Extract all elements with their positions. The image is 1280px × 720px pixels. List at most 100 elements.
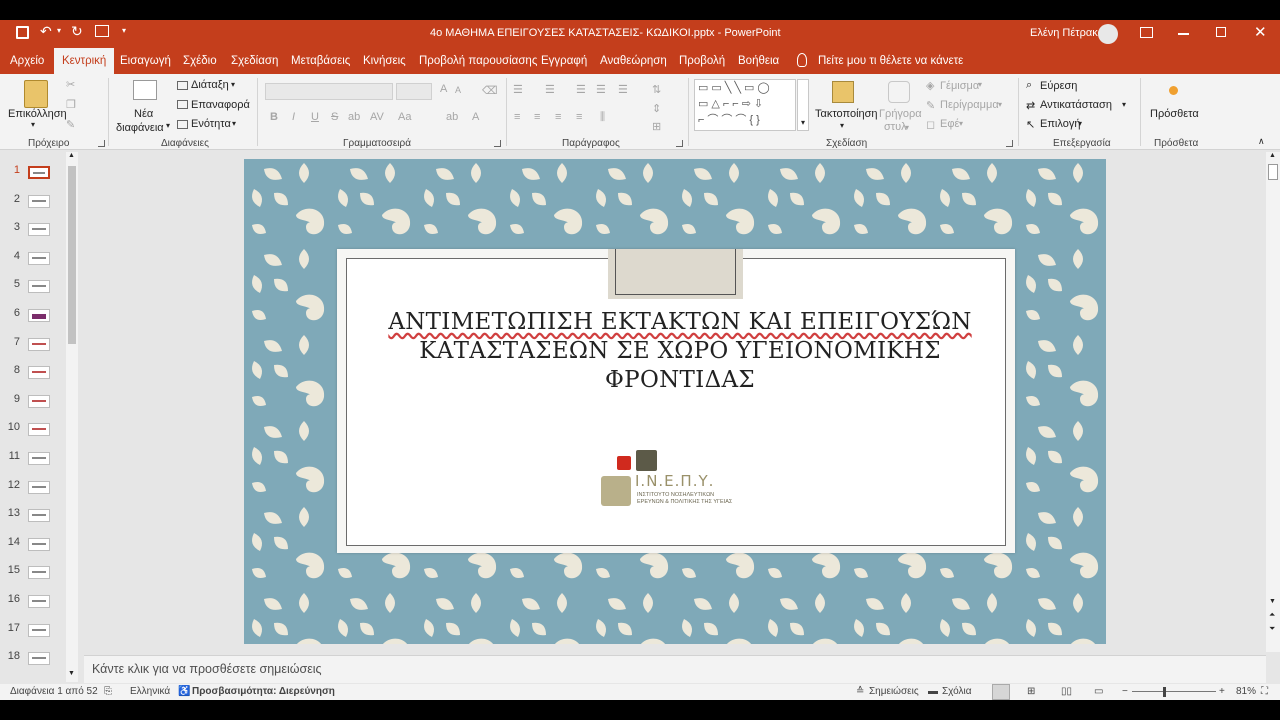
bullets-icon[interactable]: ☰: [513, 83, 523, 96]
replace-icon[interactable]: ⇄: [1026, 99, 1035, 112]
slide-thumbnail[interactable]: [28, 366, 50, 380]
restore-icon[interactable]: [1216, 27, 1226, 37]
text-direction-icon[interactable]: ⇅: [652, 83, 661, 96]
slide-thumbnail[interactable]: [28, 452, 50, 465]
user-name[interactable]: Ελένη Πέτρακα: [1030, 27, 1104, 39]
replace-button[interactable]: Αντικατάσταση: [1040, 99, 1112, 111]
zoom-level[interactable]: 81%: [1236, 686, 1256, 697]
zoom-slider-thumb[interactable]: [1163, 687, 1166, 697]
tab-animations[interactable]: Κινήσεις: [363, 48, 406, 74]
slide-thumbnail[interactable]: [28, 194, 50, 208]
paragraph-launcher-icon[interactable]: [676, 140, 683, 147]
clipboard-launcher-icon[interactable]: [98, 140, 105, 147]
next-slide-icon[interactable]: ⏷: [1269, 624, 1275, 634]
arrange-icon[interactable]: [832, 81, 854, 103]
quick-styles-button[interactable]: Γρήγορα: [879, 108, 922, 120]
slide-thumbnail[interactable]: [28, 509, 50, 523]
tab-slideshow[interactable]: Προβολή παρουσίασης: [419, 48, 537, 74]
thumbnail-scrollbar[interactable]: ▲ ▼: [66, 152, 78, 682]
shape-fill-icon[interactable]: ◈: [926, 79, 934, 92]
slide-scroll-up-icon[interactable]: ▲: [1269, 152, 1276, 159]
redo-icon[interactable]: ↻: [71, 23, 83, 40]
decrease-indent-icon[interactable]: ☰: [576, 83, 586, 96]
undo-icon[interactable]: ↶: [40, 23, 52, 40]
slide-thumbnail[interactable]: [28, 394, 50, 408]
tab-draw[interactable]: Σχέδιο: [183, 48, 217, 74]
font-size-field[interactable]: [396, 83, 432, 100]
previous-slide-icon[interactable]: ⏶: [1269, 610, 1275, 620]
slide-thumbnail-pane[interactable]: 1 2 3 4 5 6 7 8 9 10 11 12 13 14 15 16 17 18 ▲ ▼: [0, 150, 82, 682]
tab-record[interactable]: Εγγραφή: [541, 48, 587, 74]
slide-counter[interactable]: Διαφάνεια 1 από 52: [10, 686, 98, 697]
collapse-ribbon-icon[interactable]: ∧: [1258, 136, 1265, 147]
shape-fill-dropdown-icon[interactable]: ▾: [978, 80, 982, 89]
quick-styles-label-2[interactable]: στυλ: [884, 121, 907, 133]
increase-indent-icon[interactable]: ☰: [596, 83, 606, 96]
shapes-more-icon[interactable]: ▾: [797, 79, 809, 131]
save-icon[interactable]: [16, 26, 29, 39]
slide-thumbnail[interactable]: [28, 566, 50, 580]
arrange-dropdown-icon[interactable]: ▾: [840, 121, 844, 130]
columns-icon[interactable]: ⫼: [600, 111, 605, 124]
format-painter-icon[interactable]: ✎: [66, 118, 75, 131]
smartart-icon[interactable]: ⊞: [652, 120, 661, 133]
shape-effects-icon[interactable]: ◻: [926, 118, 935, 131]
scroll-down-icon[interactable]: ▼: [68, 670, 75, 677]
tab-home[interactable]: Κεντρική: [54, 48, 115, 74]
font-name-field[interactable]: [265, 83, 393, 100]
paste-icon[interactable]: [24, 80, 48, 108]
slide-scroll-down-icon[interactable]: ▼: [1269, 598, 1276, 605]
shape-outline-dropdown-icon[interactable]: ▾: [998, 100, 1002, 109]
notes-button[interactable]: Σημειώσεις: [869, 686, 919, 697]
reading-view-icon[interactable]: ▯▯: [1061, 686, 1072, 697]
replace-dropdown-icon[interactable]: ▾: [1122, 100, 1126, 109]
arrange-button[interactable]: Τακτοποίηση: [815, 108, 878, 120]
tab-insert[interactable]: Εισαγωγή: [120, 48, 171, 74]
fit-to-window-icon[interactable]: ⛶: [1261, 686, 1268, 697]
italic-button[interactable]: I: [292, 111, 295, 123]
slide-scrollbar[interactable]: ▲ ▼ ⏶ ⏷: [1266, 152, 1280, 652]
shrink-font-icon[interactable]: A: [455, 85, 461, 95]
layout-button[interactable]: Διάταξη: [191, 79, 229, 91]
shape-effects-button[interactable]: Εφέ: [940, 118, 959, 130]
font-launcher-icon[interactable]: [494, 140, 501, 147]
tab-view[interactable]: Προβολή: [679, 48, 725, 74]
accessibility-icon[interactable]: ♿: [178, 686, 190, 697]
tab-file[interactable]: Αρχείο: [10, 48, 44, 74]
normal-view-icon[interactable]: [992, 684, 1010, 700]
strike-button[interactable]: S: [331, 111, 338, 123]
new-slide-label-2[interactable]: διαφάνεια: [116, 122, 164, 134]
highlight-icon[interactable]: ab: [446, 111, 458, 123]
tab-transitions[interactable]: Μεταβάσεις: [291, 48, 350, 74]
notes-icon[interactable]: ≙: [856, 686, 864, 697]
slide-title[interactable]: ΑΝΤΙΜΕΤΩΠΙΣΗ ΕΚΤΑΚΤΩΝ ΚΑΙ ΕΠΕΙΓΟΥΣΏΝ ΚΑΤ…: [380, 308, 980, 395]
zoom-in-icon[interactable]: +: [1219, 686, 1225, 697]
language-indicator[interactable]: Ελληνικά: [130, 686, 170, 697]
section-button[interactable]: Ενότητα: [191, 118, 231, 130]
ribbon-display-icon[interactable]: [1140, 27, 1153, 38]
grow-font-icon[interactable]: A: [440, 83, 447, 95]
tell-me-box[interactable]: Πείτε μου τι θέλετε να κάνετε: [818, 48, 963, 74]
spacing-icon[interactable]: AV: [370, 111, 384, 123]
align-center-icon[interactable]: ≡: [534, 111, 540, 123]
align-text-icon[interactable]: ⇕: [652, 102, 661, 115]
drawing-launcher-icon[interactable]: [1006, 140, 1013, 147]
align-right-icon[interactable]: ≡: [555, 111, 561, 123]
present-icon[interactable]: [95, 25, 109, 37]
line-spacing-icon[interactable]: ☰: [618, 83, 628, 96]
undo-dropdown-icon[interactable]: ▾: [57, 26, 61, 35]
slide-thumbnail[interactable]: [28, 480, 50, 494]
spelling-icon[interactable]: ⎘: [104, 686, 112, 697]
comments-icon[interactable]: ▬: [928, 686, 938, 697]
zoom-out-icon[interactable]: −: [1122, 686, 1128, 697]
slide-thumbnail[interactable]: [28, 423, 50, 437]
underline-button[interactable]: U: [311, 111, 319, 123]
select-button[interactable]: Επιλογή: [1040, 118, 1080, 130]
reset-button[interactable]: Επαναφορά: [191, 99, 250, 111]
tab-help[interactable]: Βοήθεια: [738, 48, 779, 74]
quick-styles-dropdown-icon[interactable]: ▾: [905, 123, 909, 132]
find-button[interactable]: Εύρεση: [1040, 80, 1077, 92]
avatar[interactable]: [1098, 24, 1118, 44]
font-color-icon[interactable]: A: [472, 111, 479, 123]
select-icon[interactable]: ↖: [1026, 118, 1035, 131]
